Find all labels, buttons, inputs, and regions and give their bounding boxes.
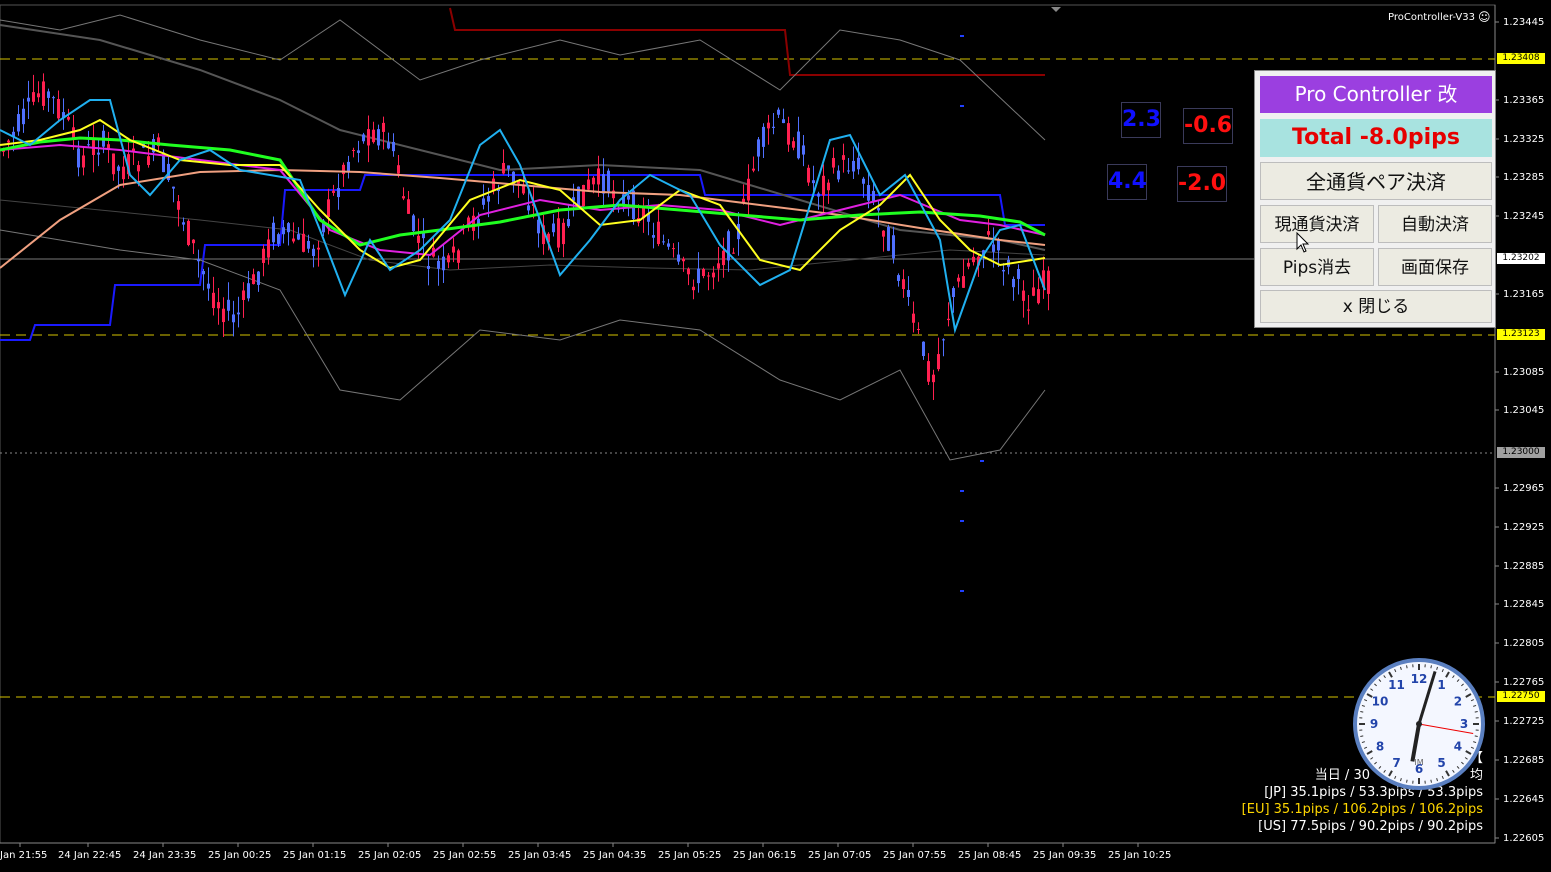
price-tick-label: 1.22805 [1503, 638, 1544, 649]
price-level-tag: 1.23202 [1497, 253, 1545, 264]
time-tick-label: 25 Jan 07:05 [808, 850, 871, 861]
pips-box-buy-1: 2.3 [1121, 102, 1161, 138]
price-tick-label: 1.23325 [1503, 134, 1544, 145]
price-tick-label: 1.22925 [1503, 522, 1544, 533]
clock-number: 11 [1388, 678, 1405, 692]
auto-close-button[interactable]: 自動決済 [1378, 205, 1492, 243]
stats-us: [US] 77.5pips / 90.2pips / 90.2pips [1258, 819, 1483, 834]
pips-box-sell-2: -2.0 [1177, 166, 1227, 202]
mouse-cursor-icon [1296, 232, 1310, 253]
pips-box-sell-1: -0.6 [1183, 108, 1233, 144]
clock-brand: IM [1414, 758, 1423, 767]
clock-number: 8 [1376, 740, 1384, 754]
pips-clear-button[interactable]: Pips消去 [1260, 248, 1374, 286]
close-all-pairs-button[interactable]: 全通貨ペア決済 [1260, 162, 1492, 200]
price-tick-label: 1.23445 [1503, 17, 1544, 28]
time-tick-label: 24 Jan 23:35 [133, 850, 196, 861]
clock-number: 3 [1460, 717, 1468, 731]
time-tick-label: 25 Jan 00:25 [208, 850, 271, 861]
clock-number: 2 [1454, 695, 1462, 709]
clock-number: 12 [1411, 672, 1428, 686]
stats-eu: [EU] 35.1pips / 106.2pips / 106.2pips [1241, 802, 1483, 817]
clock-number: 5 [1437, 756, 1445, 770]
price-tick-label: 1.22965 [1503, 483, 1544, 494]
time-tick-label: 25 Jan 04:35 [583, 850, 646, 861]
clock-number: 4 [1454, 740, 1462, 754]
time-tick-label: 25 Jan 02:55 [433, 850, 496, 861]
pro-controller-panel: Pro Controller 改 Total -8.0pips 全通貨ペア決済 … [1254, 70, 1496, 328]
price-level-tag: 1.23408 [1497, 53, 1545, 64]
price-tick-label: 1.22685 [1503, 755, 1544, 766]
screen-save-button[interactable]: 画面保存 [1378, 248, 1492, 286]
price-tick-label: 1.22845 [1503, 599, 1544, 610]
price-tick-label: 1.23085 [1503, 367, 1544, 378]
clock-number: 7 [1392, 756, 1400, 770]
clock-number: 10 [1372, 695, 1389, 709]
time-tick-label: 25 Jan 03:45 [508, 850, 571, 861]
clock-number: 9 [1370, 717, 1378, 731]
price-tick-label: 1.23245 [1503, 211, 1544, 222]
smiley-icon: ☺ [1478, 10, 1491, 24]
price-tick-label: 1.22645 [1503, 794, 1544, 805]
time-tick-label: 25 Jan 05:25 [658, 850, 721, 861]
price-tick-label: 1.23165 [1503, 289, 1544, 300]
price-level-tag: 1.23123 [1497, 329, 1545, 340]
clock-number: 1 [1437, 678, 1445, 692]
price-level-tag: 1.22750 [1497, 691, 1545, 702]
time-tick-label: 25 Jan 08:45 [958, 850, 1021, 861]
price-axis: 1.23445 1.23365 1.23325 1.23285 1.23245 1.231… [1495, 17, 1544, 844]
price-level-tag: 1.23000 [1497, 447, 1545, 458]
close-panel-button[interactable]: x 閉じる [1260, 290, 1492, 323]
clock-center [1416, 721, 1422, 727]
time-axis: Jan 21:55 24 Jan 22:45 24 Jan 23:35 25 Jan … [0, 843, 1171, 861]
price-tick-label: 1.23045 [1503, 405, 1544, 416]
window-title: ProController-V33 [1388, 12, 1476, 23]
close-current-pair-button[interactable]: 現通貨決済 [1260, 205, 1374, 243]
total-pips-display: Total -8.0pips [1260, 119, 1492, 157]
price-tick-label: 1.22605 [1503, 833, 1544, 844]
time-tick-label: 25 Jan 02:05 [358, 850, 421, 861]
price-tick-label: 1.22765 [1503, 677, 1544, 688]
panel-header: Pro Controller 改 [1260, 76, 1492, 113]
analog-clock: 12 1234567891011 IM [1353, 658, 1485, 790]
time-tick-label: 24 Jan 22:45 [58, 850, 121, 861]
price-tick-label: 1.23285 [1503, 172, 1544, 183]
time-tick-label: 25 Jan 06:15 [733, 850, 796, 861]
price-tick-label: 1.22885 [1503, 561, 1544, 572]
time-tick-label: 25 Jan 10:25 [1108, 850, 1171, 861]
price-tick-label: 1.22725 [1503, 716, 1544, 727]
time-tick-label: 25 Jan 09:35 [1033, 850, 1096, 861]
price-tick-label: 1.23365 [1503, 95, 1544, 106]
time-tick-label: Jan 21:55 [0, 850, 47, 861]
time-tick-label: 25 Jan 01:15 [283, 850, 346, 861]
time-tick-label: 25 Jan 07:55 [883, 850, 946, 861]
pips-box-buy-2: 4.4 [1107, 164, 1147, 200]
